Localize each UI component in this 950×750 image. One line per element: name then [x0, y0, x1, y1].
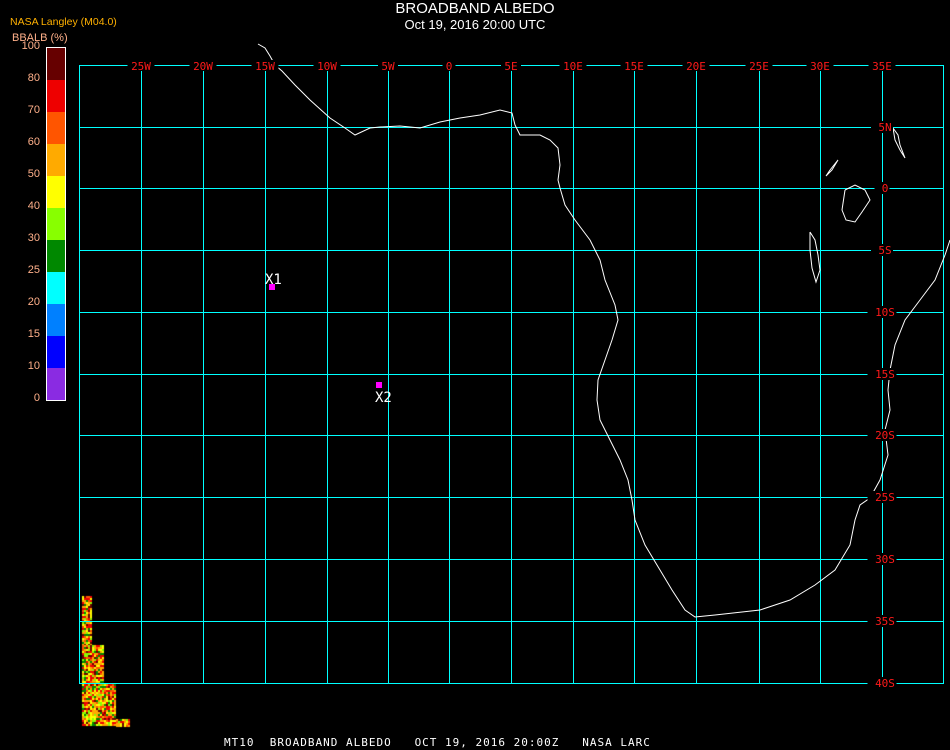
colorbar-tick: 50	[27, 168, 40, 180]
colorbar-band	[47, 176, 65, 208]
longitude-label: 5W	[381, 60, 395, 73]
colorbar-tick: 25	[27, 264, 40, 276]
colorbar-band	[47, 304, 65, 336]
colorbar-tick: 20	[27, 296, 40, 308]
colorbar-band	[47, 336, 65, 368]
colorbar-band	[47, 208, 65, 240]
colorbar-tick: 60	[27, 136, 40, 148]
latitude-label: 20S	[875, 429, 895, 442]
lake-tanganyika	[809, 231, 821, 284]
longitude-label: 0	[446, 60, 453, 73]
longitude-label: 5E	[504, 60, 517, 73]
latitude-label: 5S	[878, 244, 891, 257]
map[interactable]: 25W 20W 15W 10W 5W 0 5E 10E 15E 20E 25E 30E 35E 5N 0 5S…	[0, 0, 950, 750]
longitude-label: 20W	[193, 60, 213, 73]
latitude-label: 30S	[875, 553, 895, 566]
lake-victoria	[841, 184, 871, 223]
colorbar	[46, 47, 66, 401]
latitude-label: 35S	[875, 615, 895, 628]
longitude-label: 35E	[872, 60, 892, 73]
colorbar-band	[47, 368, 65, 400]
organization-label: NASA Langley (M04.0)	[10, 16, 117, 28]
colorbar-band	[47, 48, 65, 80]
markers: X1 X2	[265, 272, 392, 406]
footer-caption: MT10 BROADBAND ALBEDO OCT 19, 2016 20:00…	[224, 736, 651, 749]
colorbar-tick: 70	[27, 104, 40, 116]
africa-coastline	[257, 43, 950, 618]
colorbar-band	[47, 80, 65, 112]
lake-albert	[825, 159, 839, 177]
longitude-label: 10W	[317, 60, 337, 73]
colorbar-tick: 100	[21, 40, 40, 52]
longitude-label: 10E	[563, 60, 583, 73]
colorbar-tick: 80	[27, 72, 40, 84]
longitude-label: 30E	[810, 60, 830, 73]
longitude-label: 25E	[749, 60, 769, 73]
longitude-label: 20E	[686, 60, 706, 73]
longitude-label: 25W	[131, 60, 151, 73]
latitude-label: 0	[882, 182, 889, 195]
marker-point[interactable]	[376, 382, 382, 388]
colorbar-band	[47, 112, 65, 144]
marker-label: X1	[265, 272, 282, 288]
colorbar-band	[47, 240, 65, 272]
colorbar-band	[47, 144, 65, 176]
latitude-label: 5N	[878, 121, 891, 134]
coastline	[257, 43, 950, 618]
colorbar-tick: 30	[27, 232, 40, 244]
colorbar-tick: 0	[33, 392, 40, 404]
latitude-label: 25S	[875, 491, 895, 504]
latitude-label: 10S	[875, 306, 895, 319]
lake-turkana	[892, 127, 906, 159]
colorbar-tick: 40	[27, 200, 40, 212]
latitude-label: 40S	[875, 677, 895, 690]
longitude-label: 15W	[255, 60, 275, 73]
colorbar-tick: 10	[27, 360, 40, 372]
colorbar-band	[47, 272, 65, 304]
colorbar-tick: 15	[27, 328, 40, 340]
lat-lon-grid	[79, 65, 944, 684]
longitude-label: 15E	[624, 60, 644, 73]
latitude-label: 15S	[875, 368, 895, 381]
marker-label: X2	[375, 390, 392, 406]
